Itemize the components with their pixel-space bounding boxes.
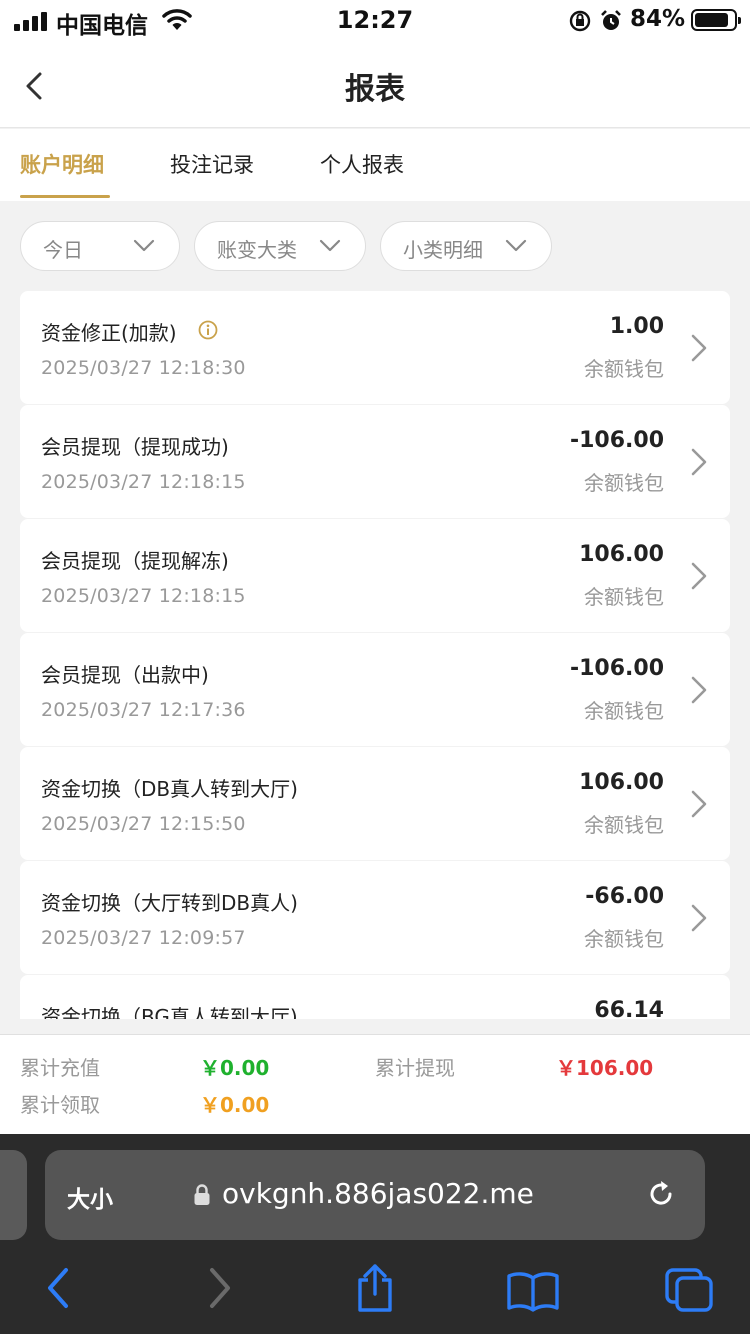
chevron-right-icon — [691, 562, 707, 590]
record-time: 2025/03/27 12:18:15 — [41, 471, 246, 493]
chevron-right-icon — [691, 334, 707, 362]
record-wallet: 余额钱包 — [584, 699, 664, 723]
record-title: 会员提现（提现成功) — [41, 435, 229, 459]
share-icon[interactable] — [352, 1262, 398, 1314]
page-title: 报表 — [345, 72, 405, 107]
bookmarks-icon[interactable] — [506, 1270, 560, 1312]
record-time: 2025/03/27 12:18:30 — [41, 357, 246, 379]
status-bar: 中国电信 12:27 84% — [0, 0, 750, 44]
alarm-icon — [601, 10, 621, 30]
date-filter-dropdown[interactable]: 今日 — [20, 221, 180, 271]
category-filter-label: 账变大类 — [217, 238, 297, 262]
record-time: 2025/03/27 12:17:36 — [41, 699, 246, 721]
record-row[interactable]: 资金切换（BG真人转到大厅) 66.14 — [20, 975, 730, 1019]
record-time: 2025/03/27 12:18:15 — [41, 585, 246, 607]
chevron-down-icon — [319, 239, 341, 252]
record-amount: -106.00 — [569, 428, 664, 453]
record-wallet: 余额钱包 — [584, 813, 664, 837]
record-row[interactable]: 会员提现（提现成功) 2025/03/27 12:18:15 -106.00 余… — [20, 405, 730, 518]
battery-icon — [691, 9, 741, 31]
record-title: 会员提现（提现解冻) — [41, 549, 229, 573]
text-size-button[interactable]: 大小 — [67, 1180, 113, 1214]
chevron-right-icon — [691, 904, 707, 932]
record-time: 2025/03/27 12:09:57 — [41, 927, 246, 949]
previous-tab-preview[interactable] — [0, 1150, 27, 1240]
total-withdraw-label: 累计提现 — [375, 1056, 455, 1080]
tab-bet-records[interactable]: 投注记录 — [170, 149, 254, 179]
record-row[interactable]: 资金切换（DB真人转到大厅) 2025/03/27 12:15:50 106.0… — [20, 747, 730, 860]
tab-account-details[interactable]: 账户明细 — [20, 149, 104, 179]
total-withdraw-value: ￥106.00 — [556, 1056, 654, 1080]
record-amount: 66.14 — [594, 998, 664, 1019]
record-wallet: 余额钱包 — [584, 927, 664, 951]
record-title: 资金切换（大厅转到DB真人) — [41, 891, 298, 915]
record-row[interactable]: 资金切换（大厅转到DB真人) 2025/03/27 12:09:57 -66.0… — [20, 861, 730, 974]
tabs-icon[interactable] — [663, 1266, 715, 1314]
subcategory-filter-dropdown[interactable]: 小类明细 — [380, 221, 552, 271]
summary-panel: 累计充值 ￥0.00 累计提现 ￥106.00 累计领取 ￥0.00 — [0, 1034, 750, 1134]
record-wallet: 余额钱包 — [584, 585, 664, 609]
browser-back-icon[interactable] — [42, 1266, 78, 1310]
record-row[interactable]: 资金修正(加款) 2025/03/27 12:18:30 1.00 余额钱包 — [20, 291, 730, 404]
record-list: 资金修正(加款) 2025/03/27 12:18:30 1.00 余额钱包 会… — [0, 290, 750, 1019]
orientation-lock-icon — [569, 10, 591, 32]
chevron-right-icon — [691, 676, 707, 704]
record-wallet: 余额钱包 — [584, 357, 664, 381]
url-text[interactable]: ovkgnh.886jas022.me — [222, 1177, 534, 1210]
total-recharge-label: 累计充值 — [20, 1056, 100, 1080]
chevron-right-icon — [691, 448, 707, 476]
date-filter-label: 今日 — [43, 238, 83, 262]
record-amount: -106.00 — [569, 656, 664, 681]
battery-percent: 84% — [630, 6, 686, 32]
total-recharge-value: ￥0.00 — [200, 1056, 270, 1080]
address-bar[interactable]: 大小 ovkgnh.886jas022.me — [45, 1150, 705, 1240]
record-time: 2025/03/27 12:15:50 — [41, 813, 246, 835]
total-claim-label: 累计领取 — [20, 1093, 100, 1117]
chevron-right-icon — [691, 790, 707, 818]
browser-forward-icon[interactable] — [200, 1266, 236, 1310]
chevron-down-icon — [505, 239, 527, 252]
record-wallet: 余额钱包 — [584, 471, 664, 495]
chevron-down-icon — [133, 239, 155, 252]
tab-personal-report[interactable]: 个人报表 — [320, 149, 404, 179]
reload-icon[interactable] — [643, 1176, 679, 1212]
record-amount: -66.00 — [585, 884, 664, 909]
active-tab-indicator — [20, 195, 110, 198]
record-title: 资金切换（DB真人转到大厅) — [41, 777, 298, 801]
record-amount: 106.00 — [579, 542, 664, 567]
record-title: 会员提现（出款中) — [41, 663, 209, 687]
subcategory-filter-label: 小类明细 — [403, 238, 483, 262]
tab-bar: 账户明细 投注记录 个人报表 — [0, 129, 750, 201]
record-title: 资金修正(加款) — [41, 321, 177, 345]
record-row[interactable]: 会员提现（出款中) 2025/03/27 12:17:36 -106.00 余额… — [20, 633, 730, 746]
category-filter-dropdown[interactable]: 账变大类 — [194, 221, 366, 271]
navigation-bar: 报表 — [0, 44, 750, 128]
record-title: 资金切换（BG真人转到大厅) — [41, 1005, 298, 1019]
browser-toolbar: 大小 ovkgnh.886jas022.me — [0, 1134, 750, 1334]
record-amount: 106.00 — [579, 770, 664, 795]
total-claim-value: ￥0.00 — [200, 1093, 270, 1117]
record-row[interactable]: 会员提现（提现解冻) 2025/03/27 12:18:15 106.00 余额… — [20, 519, 730, 632]
record-amount: 1.00 — [609, 314, 664, 339]
info-icon[interactable] — [198, 320, 218, 340]
lock-icon — [194, 1184, 210, 1205]
